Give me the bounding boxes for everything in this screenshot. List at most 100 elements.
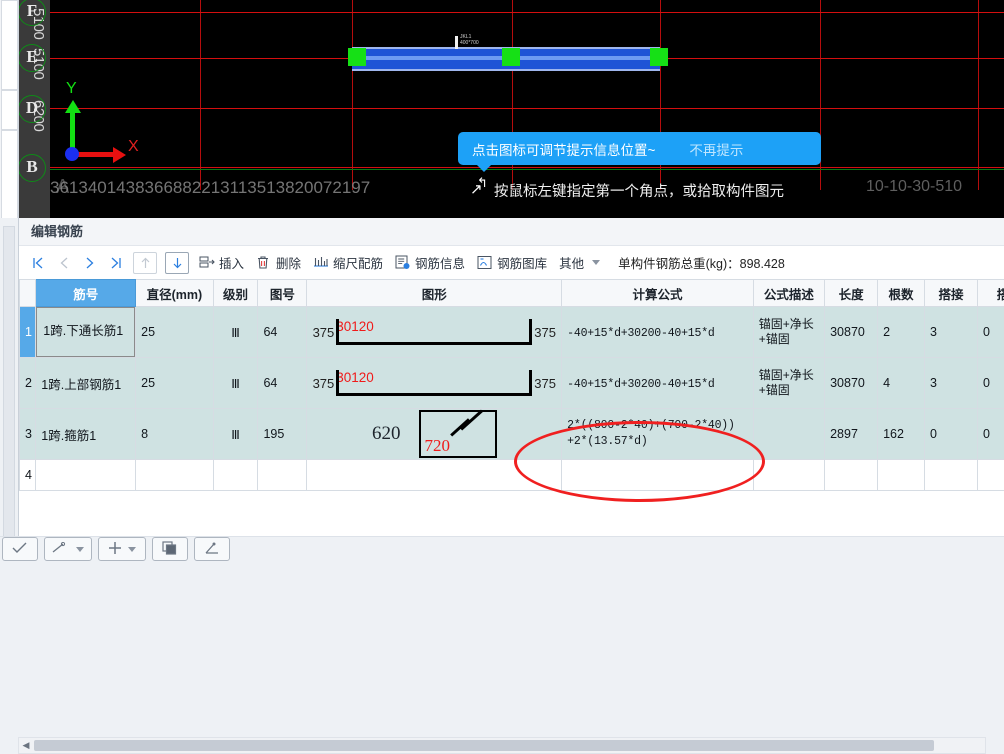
- scroll-left-arrow[interactable]: ◀: [19, 740, 33, 751]
- column-header-grade[interactable]: 级别: [213, 280, 258, 307]
- cell-formula[interactable]: 2*((800-2*40)+(700-2*40)) +2*(13.57*d): [562, 409, 754, 460]
- cell-shape-no[interactable]: [258, 460, 307, 491]
- copy-tool-button[interactable]: [152, 537, 188, 561]
- other-menu-button[interactable]: 其他: [553, 250, 606, 276]
- cell-grade[interactable]: [213, 460, 258, 491]
- cell-diameter[interactable]: 25: [136, 358, 213, 409]
- horizontal-scrollbar[interactable]: ◀: [18, 737, 986, 754]
- cell-formula-desc[interactable]: [753, 409, 824, 460]
- grid-bubble[interactable]: D: [18, 95, 46, 123]
- cell-loss[interactable]: 0: [977, 409, 1004, 460]
- hint-tooltip[interactable]: 点击图标可调节提示信息位置~ 不再提示: [458, 132, 821, 165]
- cell-rebar-no[interactable]: 1跨.上部钢筋1: [36, 358, 136, 409]
- beam-grip-start[interactable]: [348, 48, 366, 66]
- column-header-shape[interactable]: 图形: [307, 280, 562, 307]
- insert-row-button[interactable]: 插入: [193, 250, 250, 276]
- beam-grip-mid[interactable]: [502, 48, 520, 66]
- first-record-button[interactable]: [25, 251, 51, 275]
- column-header-length[interactable]: 长度: [825, 280, 878, 307]
- check-tool-button[interactable]: [2, 537, 38, 561]
- left-dock-rail[interactable]: ✕: [0, 0, 19, 218]
- panel-vertical-bar[interactable]: [3, 226, 15, 546]
- grid-bubble[interactable]: E: [18, 44, 46, 72]
- next-record-button[interactable]: [77, 251, 103, 275]
- dock-panel-segment[interactable]: [1, 130, 18, 218]
- scrollbar-thumb[interactable]: [34, 740, 934, 751]
- move-up-button[interactable]: [133, 252, 157, 274]
- line-tool-button[interactable]: [44, 537, 92, 561]
- cell-grade[interactable]: Ⅲ: [213, 409, 258, 460]
- beam-grip-end[interactable]: [650, 48, 668, 66]
- row-number[interactable]: 3: [20, 409, 36, 460]
- cell-formula[interactable]: -40+15*d+30200-40+15*d: [562, 307, 754, 358]
- add-tool-button[interactable]: [98, 537, 146, 561]
- cell-formula-desc[interactable]: [753, 460, 824, 491]
- cell-count[interactable]: 4: [878, 358, 925, 409]
- cell-formula[interactable]: [562, 460, 754, 491]
- rebar-table-scroll[interactable]: 筋号 直径(mm) 级别 图号 图形 计算公式 公式描述 长度 根数 搭接 搭: [19, 279, 1004, 537]
- column-header-rebar-no[interactable]: 筋号: [36, 280, 136, 307]
- cell-formula-desc[interactable]: 锚固+净长+锚固: [753, 307, 824, 358]
- cell-formula[interactable]: -40+15*d+30200-40+15*d: [562, 358, 754, 409]
- rebar-info-button[interactable]: 钢筋信息: [389, 250, 471, 276]
- prev-record-button[interactable]: [51, 251, 77, 275]
- cell-diameter[interactable]: [136, 460, 213, 491]
- angle-tool-button[interactable]: [194, 537, 230, 561]
- cell-shape[interactable]: 620 720: [307, 409, 562, 460]
- table-row[interactable]: 1 1跨.下通长筋1 25 Ⅲ 64 375: [20, 307, 1004, 358]
- column-header-count[interactable]: 根数: [878, 280, 925, 307]
- table-row[interactable]: 4: [20, 460, 1004, 491]
- cell-count[interactable]: [878, 460, 925, 491]
- cell-lap[interactable]: [924, 460, 977, 491]
- cell-shape-no[interactable]: 64: [258, 307, 307, 358]
- cell-length[interactable]: [825, 460, 878, 491]
- table-row[interactable]: 3 1跨.箍筋1 8 Ⅲ 195 620 720: [20, 409, 1004, 460]
- row-number[interactable]: 2: [20, 358, 36, 409]
- cell-loss[interactable]: 0: [977, 307, 1004, 358]
- cell-formula-desc[interactable]: 锚固+净长+锚固: [753, 358, 824, 409]
- cell-rebar-no[interactable]: [36, 460, 136, 491]
- cell-rebar-no[interactable]: 1跨.下通长筋1: [36, 307, 136, 358]
- cell-loss[interactable]: 0: [977, 358, 1004, 409]
- cell-shape[interactable]: 375 30120 375: [307, 358, 562, 409]
- cell-lap[interactable]: 0: [924, 409, 977, 460]
- cell-shape-no[interactable]: 195: [258, 409, 307, 460]
- dock-panel-segment[interactable]: [1, 90, 18, 130]
- rebar-library-button[interactable]: 钢筋图库: [471, 250, 553, 276]
- cell-count[interactable]: 2: [878, 307, 925, 358]
- row-number[interactable]: 1: [20, 307, 36, 358]
- cell-count[interactable]: 162: [878, 409, 925, 460]
- cell-diameter[interactable]: 8: [136, 409, 213, 460]
- cell-length[interactable]: 2897: [825, 409, 878, 460]
- column-header-lap2[interactable]: 搭: [977, 280, 1004, 307]
- cell-lap[interactable]: 3: [924, 307, 977, 358]
- cell-lap[interactable]: 3: [924, 358, 977, 409]
- cell-shape[interactable]: [307, 460, 562, 491]
- cell-length[interactable]: 30870: [825, 358, 878, 409]
- column-header-formula-desc[interactable]: 公式描述: [753, 280, 824, 307]
- cell-shape-no[interactable]: 64: [258, 358, 307, 409]
- dock-panel-segment[interactable]: [1, 0, 18, 90]
- column-header-shape-no[interactable]: 图号: [258, 280, 307, 307]
- column-header-lap[interactable]: 搭接: [924, 280, 977, 307]
- delete-row-button[interactable]: 删除: [250, 250, 307, 276]
- cell-length[interactable]: 30870: [825, 307, 878, 358]
- hint-tooltip-dismiss[interactable]: 不再提示: [689, 139, 743, 159]
- chevron-down-icon[interactable]: [128, 547, 136, 552]
- row-number[interactable]: 4: [20, 460, 36, 491]
- column-header-diameter[interactable]: 直径(mm): [136, 280, 213, 307]
- cell-loss[interactable]: [977, 460, 1004, 491]
- cell-rebar-no[interactable]: 1跨.箍筋1: [36, 409, 136, 460]
- chevron-down-icon[interactable]: [76, 547, 84, 552]
- table-row[interactable]: 2 1跨.上部钢筋1 25 Ⅲ 64 375 30120: [20, 358, 1004, 409]
- cell-grade[interactable]: Ⅲ: [213, 358, 258, 409]
- grid-bubble[interactable]: B: [18, 154, 46, 182]
- last-record-button[interactable]: [103, 251, 129, 275]
- cell-grade[interactable]: Ⅲ: [213, 307, 258, 358]
- cad-viewport[interactable]: F E D B 5100 5100 6200 JKL1 400*700 Y X …: [0, 0, 1004, 218]
- move-down-button[interactable]: [165, 252, 189, 274]
- scale-rebar-button[interactable]: 缩尺配筋: [307, 250, 389, 276]
- column-header-formula[interactable]: 计算公式: [562, 280, 754, 307]
- cell-diameter[interactable]: 25: [136, 307, 213, 358]
- cell-shape[interactable]: 375 30120 375: [307, 307, 562, 358]
